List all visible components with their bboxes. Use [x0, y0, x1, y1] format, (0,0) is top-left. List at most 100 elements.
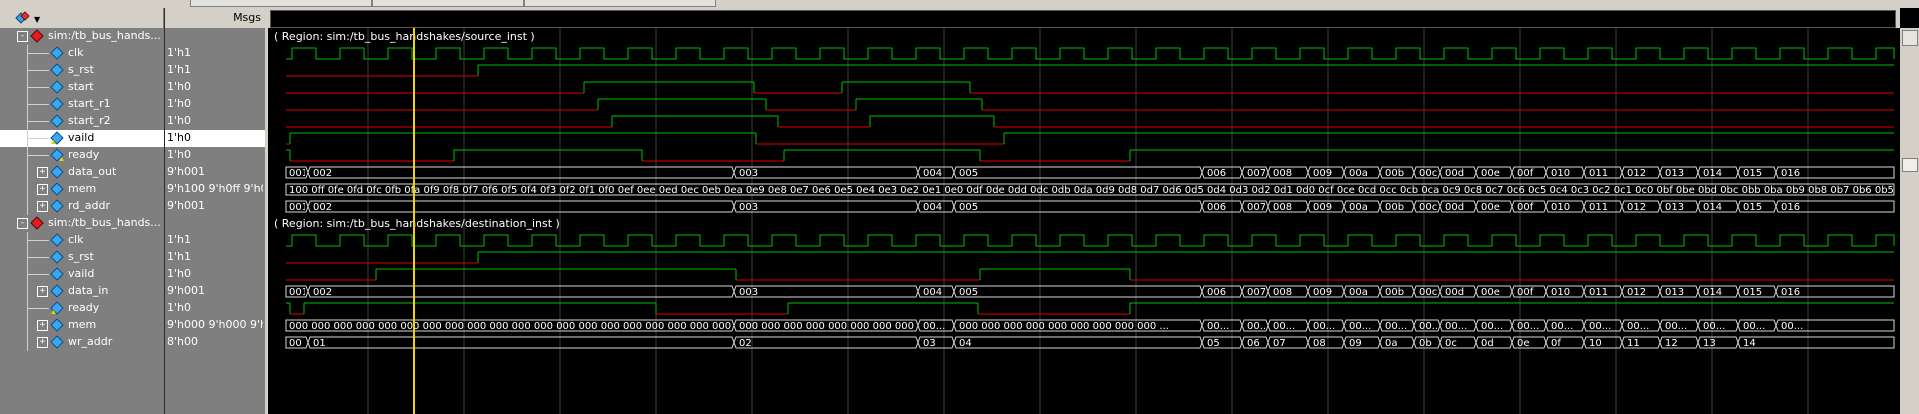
signal-value-row[interactable]: [165, 215, 265, 232]
signal-value-row[interactable]: 9'h001: [165, 283, 265, 300]
svg-text:06: 06: [1247, 338, 1260, 349]
svg-text:00b: 00b: [1385, 168, 1404, 179]
tree-connector: [27, 164, 28, 181]
signal-row[interactable]: clk: [0, 232, 164, 249]
signal-value-row[interactable]: 1'h0: [165, 96, 265, 113]
tree-connector: [27, 274, 49, 275]
signal-row[interactable]: s_rst: [0, 249, 164, 266]
signal-icon: [50, 80, 64, 94]
svg-text:00: 00: [289, 338, 302, 349]
expand-toggle-icon[interactable]: +: [37, 320, 48, 331]
expand-toggle-icon[interactable]: +: [37, 184, 48, 195]
signal-row[interactable]: vaild: [0, 266, 164, 283]
signal-group-row[interactable]: - sim:/tb_bus_hands...: [0, 215, 164, 232]
svg-text:00f: 00f: [1517, 168, 1534, 179]
svg-text:00c: 00c: [1419, 202, 1437, 213]
svg-text:005: 005: [959, 168, 978, 179]
svg-text:00...: 00...: [1627, 321, 1649, 332]
svg-text:09: 09: [1349, 338, 1362, 349]
signal-row[interactable]: ready: [0, 147, 164, 164]
svg-text:007: 007: [1247, 287, 1266, 298]
svg-text:0b: 0b: [1419, 338, 1432, 349]
svg-text:00...: 00...: [923, 321, 945, 332]
waveform-canvas[interactable]: ( Region: sim:/tb_bus_handshakes/source_…: [268, 28, 1900, 414]
svg-text:0c: 0c: [1445, 338, 1457, 349]
signal-value-row[interactable]: 1'h1: [165, 45, 265, 62]
signal-value-row[interactable]: 1'h1: [165, 232, 265, 249]
signal-row[interactable]: start_r1: [0, 96, 164, 113]
top-toolbar-strip: [0, 0, 1919, 8]
signal-name: mem: [68, 182, 97, 195]
signal-row[interactable]: + data_out: [0, 164, 164, 181]
signal-value: 9'h000 9'h000 9'h...: [167, 318, 263, 331]
vertical-scrollbar[interactable]: [1900, 28, 1919, 414]
signal-row[interactable]: vaild: [0, 130, 164, 147]
svg-text:005: 005: [959, 202, 978, 213]
signal-value-row[interactable]: 1'h0: [165, 300, 265, 317]
svg-text:002: 002: [313, 287, 332, 298]
expand-toggle-icon[interactable]: +: [37, 286, 48, 297]
svg-text:009: 009: [1313, 168, 1332, 179]
signal-group-row[interactable]: - sim:/tb_bus_hands...: [0, 28, 164, 45]
signal-value-row[interactable]: 1'h0: [165, 130, 265, 147]
signal-row[interactable]: s_rst: [0, 62, 164, 79]
signal-name: sim:/tb_bus_hands...: [48, 216, 161, 229]
window-tab[interactable]: [190, 0, 372, 7]
tree-connector: [27, 70, 49, 71]
collapse-toggle-icon[interactable]: -: [17, 31, 28, 42]
svg-text:14: 14: [1743, 338, 1756, 349]
signal-icon: [50, 165, 64, 179]
svg-text:00a: 00a: [1349, 202, 1368, 213]
signal-value-row[interactable]: 1'h0: [165, 113, 265, 130]
svg-text:008: 008: [1273, 287, 1292, 298]
collapse-toggle-icon[interactable]: -: [17, 218, 28, 229]
signal-row[interactable]: + wr_addr: [0, 334, 164, 351]
svg-text:004: 004: [923, 168, 942, 179]
signal-value-row[interactable]: 1'h0: [165, 147, 265, 164]
signal-name: mem: [68, 318, 97, 331]
scroll-up-button[interactable]: [1902, 30, 1918, 46]
signal-value-row[interactable]: 9'h001: [165, 164, 265, 181]
svg-text:00...: 00...: [1385, 321, 1407, 332]
signal-row[interactable]: + mem: [0, 181, 164, 198]
svg-text:008: 008: [1273, 168, 1292, 179]
expand-toggle-icon[interactable]: +: [37, 201, 48, 212]
expand-toggle-icon[interactable]: +: [37, 167, 48, 178]
signal-row[interactable]: start_r2: [0, 113, 164, 130]
signal-value-row[interactable]: 9'h000 9'h000 9'h...: [165, 317, 265, 334]
wave-format-icon[interactable]: [14, 10, 32, 25]
signal-value-row[interactable]: 9'h001: [165, 198, 265, 215]
signal-value-row[interactable]: 1'h1: [165, 249, 265, 266]
waveform-pane[interactable]: ( Region: sim:/tb_bus_handshakes/source_…: [268, 8, 1900, 414]
chevron-down-icon[interactable]: ▼: [34, 16, 40, 24]
svg-text:003: 003: [739, 202, 758, 213]
signal-value-row[interactable]: [165, 28, 265, 45]
signal-row[interactable]: + mem: [0, 317, 164, 334]
region-label: ( Region: sim:/tb_bus_handshakes/destina…: [274, 217, 560, 230]
svg-text:004: 004: [923, 287, 942, 298]
signal-name: ready: [68, 148, 100, 161]
signal-value-row[interactable]: 1'h0: [165, 266, 265, 283]
signal-icon: [50, 46, 64, 60]
signal-value-row[interactable]: 1'h1: [165, 62, 265, 79]
svg-text:00d: 00d: [1445, 287, 1464, 298]
window-tab[interactable]: [372, 0, 524, 7]
signal-row[interactable]: + data_in: [0, 283, 164, 300]
svg-text:100 0ff 0fe 0fd 0fc 0fb 0fa 0f: 100 0ff 0fe 0fd 0fc 0fb 0fa 0f9 0f8 0f7 …: [289, 185, 1900, 196]
svg-text:006: 006: [1207, 287, 1226, 298]
signal-value-row[interactable]: 8'h00: [165, 334, 265, 351]
expand-toggle-icon[interactable]: +: [37, 337, 48, 348]
tree-connector: [27, 155, 49, 156]
signal-row[interactable]: clk: [0, 45, 164, 62]
scroll-thumb[interactable]: [1902, 158, 1918, 172]
svg-text:006: 006: [1207, 168, 1226, 179]
signal-icon: [50, 233, 64, 247]
signal-row[interactable]: start: [0, 79, 164, 96]
signal-row[interactable]: ready: [0, 300, 164, 317]
signal-value-row[interactable]: 1'h0: [165, 79, 265, 96]
signal-icon: [50, 250, 64, 264]
window-tab[interactable]: [524, 0, 716, 7]
bus-waveform: 00 01 02 03 04 05 06 07 08 09 0a 0b 0c 0d 0e 0f 10 11 12 13…: [285, 336, 1895, 349]
signal-value-row[interactable]: 9'h100 9'h0ff 9'h0...: [165, 181, 265, 198]
signal-row[interactable]: + rd_addr: [0, 198, 164, 215]
